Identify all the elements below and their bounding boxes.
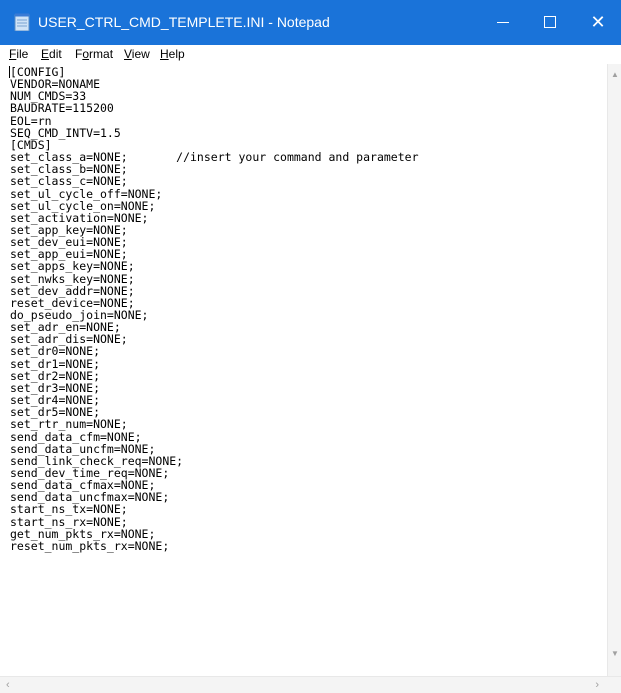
scroll-down-icon[interactable]: ▼ [611, 649, 619, 658]
text-line: set_dev_addr=NONE; [10, 283, 135, 298]
notepad-icon [14, 13, 30, 31]
close-button[interactable]: ✕ [575, 0, 621, 45]
scroll-up-icon[interactable]: ▲ [611, 70, 619, 79]
text-line: set_rtr_num=NONE; [10, 417, 128, 432]
text-line: EOL=rn [10, 113, 52, 128]
menu-view[interactable]: View [124, 47, 150, 61]
text-line: BAUDRATE=115200 [10, 101, 114, 116]
menu-format[interactable]: Format [75, 47, 113, 61]
text-line: reset_num_pkts_rx=NONE; [10, 538, 170, 553]
text-line: set_nwks_key=NONE; [10, 271, 135, 286]
menu-file[interactable]: File [9, 47, 28, 61]
text-line: set_dr2=NONE; [10, 368, 101, 383]
text-line: start_ns_tx=NONE; [10, 502, 128, 517]
text-line: set_apps_key=NONE; [10, 259, 135, 274]
text-line: set_class_c=NONE; [10, 174, 128, 189]
text-editor[interactable]: [CONFIG] VENDOR=NONAME NUM_CMDS=33 BAUDRATE… [0, 64, 621, 676]
text-line: start_ns_rx=NONE; [10, 514, 128, 529]
text-line: set_ul_cycle_on=NONE; [10, 198, 156, 213]
close-icon: ✕ [590, 12, 606, 32]
maximize-button[interactable] [527, 0, 573, 45]
horizontal-scrollbar[interactable]: ‹ › [0, 676, 621, 693]
text-line: set_ul_cycle_off=NONE; [10, 186, 163, 201]
notepad-window: USER_CTRL_CMD_TEMPLETE.INI - Notepad ✕ F… [0, 0, 621, 693]
text-line: set_dr0=NONE; [10, 344, 101, 359]
minimize-button[interactable] [480, 0, 526, 45]
title-bar[interactable]: USER_CTRL_CMD_TEMPLETE.INI - Notepad ✕ [0, 0, 621, 45]
minimize-icon [497, 22, 509, 23]
menu-bar: File Edit Format View Help [0, 45, 621, 64]
maximize-icon [544, 16, 556, 28]
scroll-left-icon[interactable]: ‹ [6, 679, 10, 691]
text-line: get_num_pkts_rx=NONE; [10, 526, 156, 541]
scroll-right-icon[interactable]: › [595, 679, 599, 691]
window-title: USER_CTRL_CMD_TEMPLETE.INI - Notepad [38, 14, 330, 30]
text-line: send_data_cfm=NONE; [10, 429, 142, 444]
vertical-scrollbar[interactable]: ▲ ▼ [607, 64, 621, 676]
text-line: set_activation=NONE; [10, 210, 149, 225]
text-line: SEQ_CMD_INTV=1.5 [10, 125, 121, 140]
menu-help[interactable]: Help [160, 47, 185, 61]
text-line: send_link_check_req=NONE; [10, 453, 184, 468]
text-line: set_dr1=NONE; [10, 356, 101, 371]
editor-content[interactable]: [CONFIG] VENDOR=NONAME NUM_CMDS=33 BAUDRATE… [0, 64, 607, 676]
text-line: send_data_uncfm=NONE; [10, 441, 156, 456]
menu-edit[interactable]: Edit [41, 47, 62, 61]
